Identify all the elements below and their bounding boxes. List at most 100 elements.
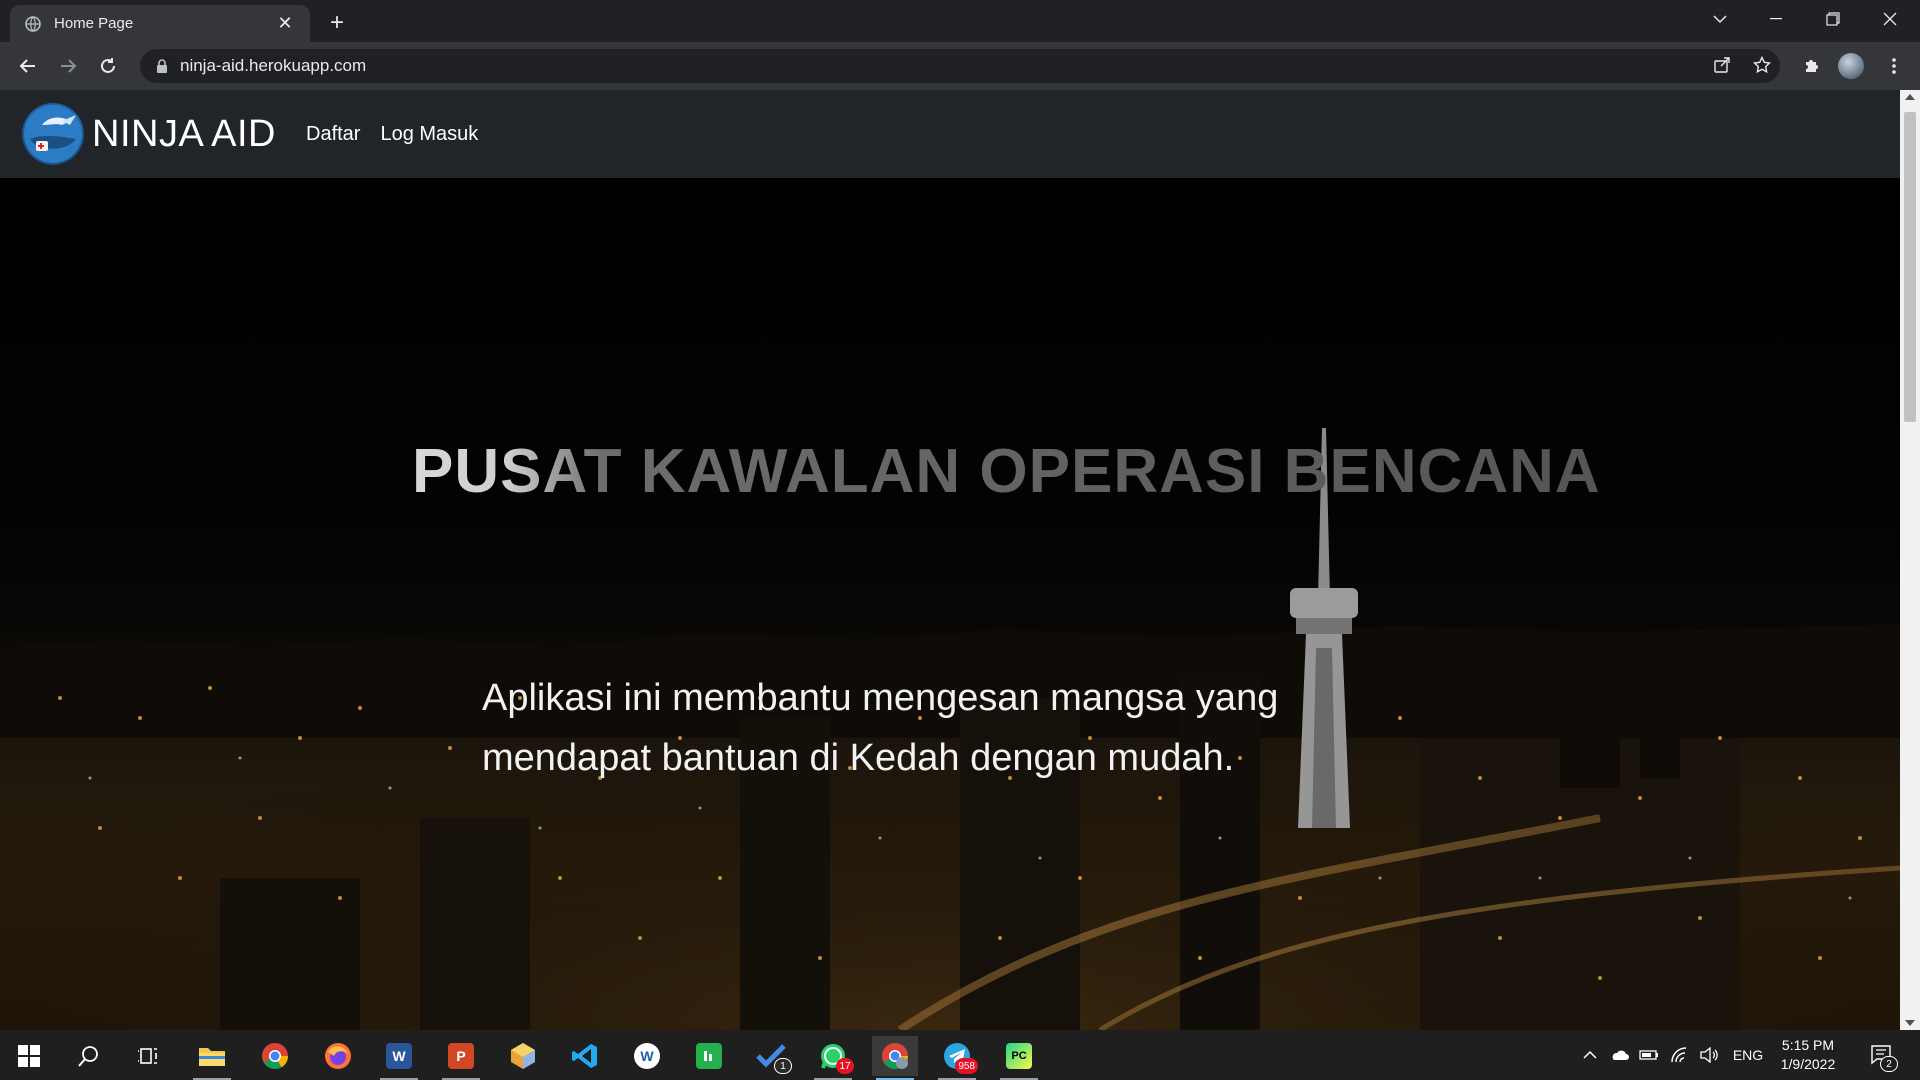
hero-section: PUSAT KAWALAN OPERASI BENCANA Aplikasi i… bbox=[0, 178, 1900, 1030]
minimize-button[interactable] bbox=[1750, 0, 1802, 38]
taskbar-whatsapp[interactable]: 17 bbox=[810, 1036, 856, 1080]
address-bar[interactable]: ninja-aid.herokuapp.com bbox=[140, 49, 1780, 83]
nav-link-log-masuk[interactable]: Log Masuk bbox=[380, 123, 478, 146]
speaker-icon bbox=[1700, 1047, 1718, 1063]
url-text: ninja-aid.herokuapp.com bbox=[180, 56, 367, 75]
taskbar-todo[interactable]: 1 bbox=[748, 1036, 794, 1076]
forward-button[interactable] bbox=[52, 50, 84, 82]
show-hidden-icons-button[interactable] bbox=[1578, 1030, 1602, 1080]
chrome-icon bbox=[262, 1043, 289, 1070]
scroll-down-arrow-icon[interactable] bbox=[1905, 1020, 1915, 1026]
chevron-down-icon bbox=[1713, 15, 1727, 24]
share-icon bbox=[1714, 57, 1730, 73]
profile-avatar[interactable] bbox=[1838, 53, 1864, 79]
minimize-icon bbox=[1770, 18, 1782, 20]
close-icon bbox=[1883, 12, 1897, 26]
cloud-icon bbox=[1612, 1050, 1629, 1060]
lock-icon bbox=[157, 59, 167, 73]
taskbar-chrome[interactable] bbox=[252, 1036, 298, 1076]
start-button[interactable] bbox=[6, 1036, 52, 1076]
clock-time: 5:15 PM bbox=[1781, 1037, 1835, 1053]
taskbar-clock[interactable]: 5:15 PM 1/9/2022 bbox=[1768, 1036, 1848, 1074]
taskbar-word[interactable]: W bbox=[376, 1036, 422, 1080]
forward-arrow-icon bbox=[61, 59, 77, 73]
todo-badge: 1 bbox=[774, 1058, 792, 1074]
back-button[interactable] bbox=[12, 50, 44, 82]
taskbar-powerpoint[interactable]: P bbox=[438, 1036, 484, 1080]
volume-tray-button[interactable] bbox=[1696, 1030, 1722, 1080]
bookmark-button[interactable] bbox=[1747, 50, 1777, 80]
hero-title: PUSAT KAWALAN OPERASI BENCANA bbox=[412, 437, 1601, 506]
browser-tab[interactable]: Home Page ✕ bbox=[10, 5, 310, 42]
firefox-icon bbox=[325, 1043, 351, 1069]
city-night-background bbox=[0, 178, 1900, 1030]
hero-subtitle-line-2: mendapat bantuan di Kedah dengan mudah. bbox=[482, 737, 1235, 779]
hero-subtitle: Aplikasi ini membantu mengesan mangsa ya… bbox=[482, 668, 1342, 788]
taskbar-chrome-active[interactable] bbox=[872, 1036, 918, 1080]
browser-toolbar: ninja-aid.herokuapp.com bbox=[0, 42, 1920, 90]
close-window-button[interactable] bbox=[1864, 0, 1916, 38]
notification-count-badge: 2 bbox=[1880, 1056, 1898, 1072]
hero-subtitle-line-1: Aplikasi ini membantu mengesan mangsa ya… bbox=[482, 677, 1279, 719]
scrollbar-thumb[interactable] bbox=[1904, 112, 1916, 422]
windows-taskbar: W P W 1 17 958 PC ENG 5:15 PM 1/9/2022 2 bbox=[0, 1030, 1920, 1080]
battery-icon bbox=[1639, 1050, 1658, 1060]
back-arrow-icon bbox=[19, 59, 35, 73]
browser-menu-button[interactable] bbox=[1878, 50, 1910, 82]
windows-logo-icon bbox=[18, 1045, 40, 1067]
taskbar-file-explorer[interactable] bbox=[189, 1036, 235, 1080]
taskbar-search-button[interactable] bbox=[66, 1036, 112, 1076]
folder-icon bbox=[199, 1048, 225, 1066]
chrome-profile-icon bbox=[882, 1043, 909, 1070]
kebab-menu-icon bbox=[1892, 58, 1896, 74]
restore-button[interactable] bbox=[1807, 0, 1859, 38]
new-tab-button[interactable]: + bbox=[322, 8, 352, 38]
taskbar-green-app[interactable] bbox=[686, 1036, 732, 1076]
whatsapp-badge: 17 bbox=[836, 1058, 854, 1074]
language-indicator[interactable]: ENG bbox=[1728, 1030, 1768, 1080]
wifi-tray-button[interactable] bbox=[1666, 1030, 1692, 1080]
page-viewport: NINJA AID Daftar Log Masuk PUSAT KAWALAN… bbox=[0, 90, 1900, 1030]
tab-close-icon[interactable]: ✕ bbox=[274, 13, 296, 35]
taskbar-firefox[interactable] bbox=[315, 1036, 361, 1076]
tab-title: Home Page bbox=[54, 15, 134, 32]
search-icon bbox=[78, 1046, 98, 1067]
battery-tray-button[interactable] bbox=[1636, 1030, 1662, 1080]
restore-icon bbox=[1826, 12, 1840, 26]
extensions-button[interactable] bbox=[1796, 50, 1828, 82]
taskbar-telegram[interactable]: 958 bbox=[934, 1036, 980, 1080]
word-icon: W bbox=[386, 1043, 412, 1069]
vscode-icon bbox=[572, 1044, 597, 1068]
w-app-icon: W bbox=[634, 1043, 660, 1069]
page-scrollbar[interactable] bbox=[1900, 90, 1920, 1030]
ninja-aid-logo[interactable] bbox=[22, 103, 84, 165]
pycharm-icon: PC bbox=[1006, 1043, 1032, 1069]
share-button[interactable] bbox=[1707, 50, 1737, 80]
reload-icon bbox=[101, 58, 115, 73]
onedrive-tray-button[interactable] bbox=[1606, 1030, 1632, 1080]
reload-button[interactable] bbox=[92, 50, 124, 82]
globe-icon bbox=[24, 15, 42, 33]
puzzle-icon bbox=[1806, 60, 1818, 72]
task-view-button[interactable] bbox=[126, 1036, 172, 1076]
green-app-icon bbox=[696, 1043, 722, 1069]
taskbar-vscode[interactable] bbox=[562, 1036, 608, 1076]
brand-name[interactable]: NINJA AID bbox=[92, 113, 276, 156]
clock-date: 1/9/2022 bbox=[1780, 1056, 1836, 1072]
ninja-logo-icon bbox=[24, 105, 82, 163]
notification-center-button[interactable]: 2 bbox=[1862, 1030, 1902, 1080]
taskbar-pycharm[interactable]: PC bbox=[996, 1036, 1042, 1080]
star-icon bbox=[1753, 56, 1771, 74]
taskbar-app-cube[interactable] bbox=[500, 1036, 546, 1076]
nav-link-daftar[interactable]: Daftar bbox=[306, 123, 360, 146]
cube-icon bbox=[511, 1043, 535, 1069]
chevron-up-icon bbox=[1583, 1050, 1597, 1059]
powerpoint-icon: P bbox=[448, 1043, 474, 1069]
task-view-icon bbox=[138, 1048, 157, 1064]
scroll-up-arrow-icon[interactable] bbox=[1905, 94, 1915, 100]
telegram-badge: 958 bbox=[955, 1058, 978, 1074]
site-navbar: NINJA AID Daftar Log Masuk bbox=[0, 90, 1900, 178]
taskbar-w-app[interactable]: W bbox=[624, 1036, 670, 1076]
wifi-icon bbox=[1671, 1047, 1687, 1063]
tab-search-button[interactable] bbox=[1694, 0, 1746, 38]
